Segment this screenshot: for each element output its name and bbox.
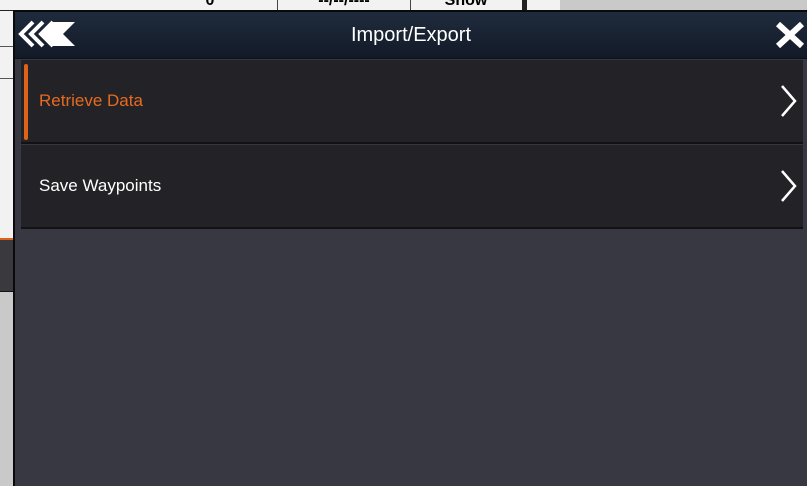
dialog-title-bar: Import/Export (15, 12, 807, 59)
close-x-icon[interactable] (775, 22, 805, 48)
background-cell-count: 0 (205, 0, 215, 9)
background-divider (0, 46, 14, 47)
import-export-menu: Retrieve Data Save Waypoints (21, 60, 803, 229)
menu-item-retrieve-data[interactable]: Retrieve Data (21, 60, 803, 144)
dialog-title: Import/Export (350, 24, 472, 46)
menu-item-label: Retrieve Data (39, 91, 143, 110)
menu-item-save-waypoints[interactable]: Save Waypoints (21, 144, 803, 229)
background-toolbar-strip (0, 240, 14, 291)
background-cell-show: Show (444, 0, 488, 9)
background-cell-divider (410, 0, 411, 10)
import-export-dialog: Import/Export Retrieve Data Save Waypoin… (13, 10, 807, 486)
selection-indicator (24, 64, 28, 140)
menu-item-label: Save Waypoints (39, 176, 162, 195)
background-cell-date: --/--/---- (318, 0, 370, 9)
chevron-right-icon (781, 170, 797, 202)
chevron-right-icon (781, 85, 797, 117)
background-divider (0, 78, 14, 79)
background-cell-divider (277, 0, 278, 10)
triple-chevron-left-icon[interactable] (17, 20, 77, 48)
